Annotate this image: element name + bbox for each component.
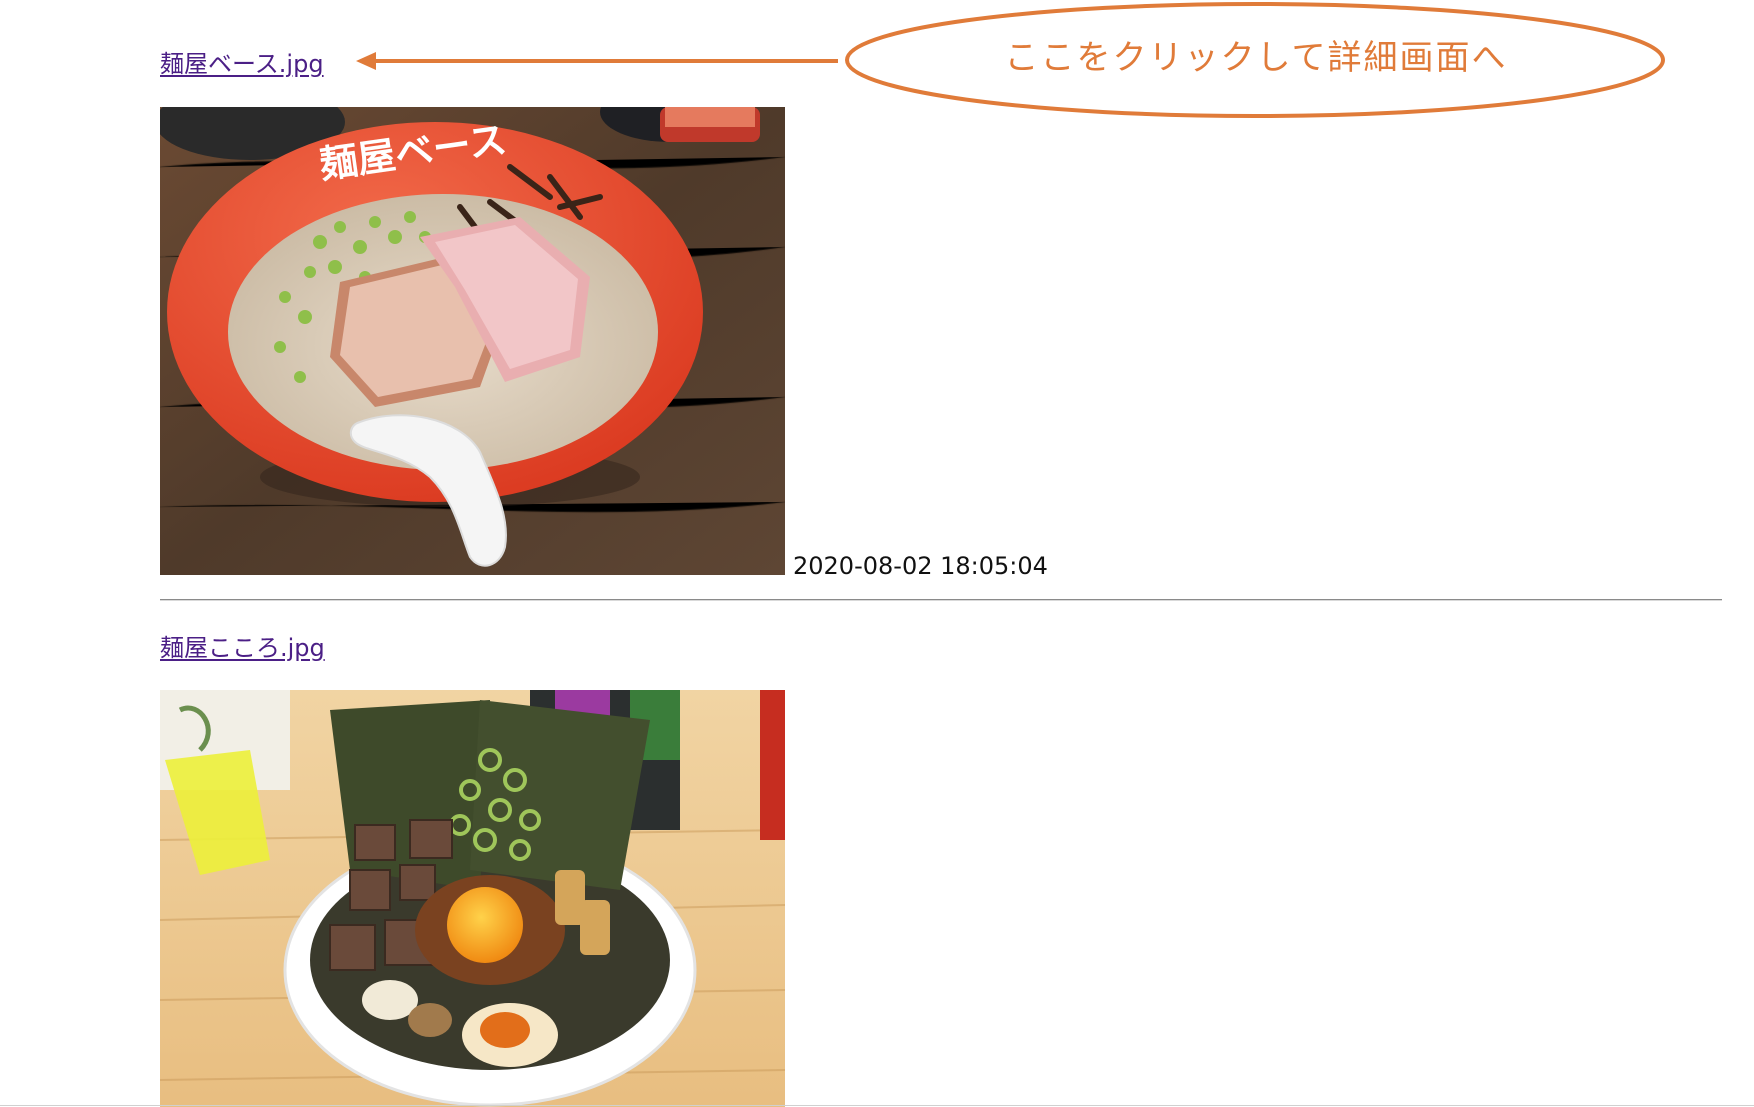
viewport-bottom-edge bbox=[0, 1105, 1754, 1106]
photo-mazesoba-2[interactable] bbox=[160, 690, 785, 1107]
entry-divider bbox=[160, 599, 1722, 601]
ramen-photo-graphic: 麺屋ベース bbox=[160, 107, 785, 575]
callout-arrow-head bbox=[356, 52, 376, 70]
callout-text: ここをクリックして詳細画面へ bbox=[1004, 38, 1508, 78]
mazesoba-photo-graphic bbox=[160, 690, 785, 1107]
callout-ellipse bbox=[845, 2, 1665, 118]
timestamp-1: 2020-08-02 18:05:04 bbox=[793, 552, 1048, 580]
file-link-2[interactable]: 麺屋こころ.jpg bbox=[160, 628, 325, 663]
file-link-1[interactable]: 麺屋ベース.jpg bbox=[160, 44, 324, 79]
photo-ramen-1[interactable]: 麺屋ベース bbox=[160, 107, 785, 575]
